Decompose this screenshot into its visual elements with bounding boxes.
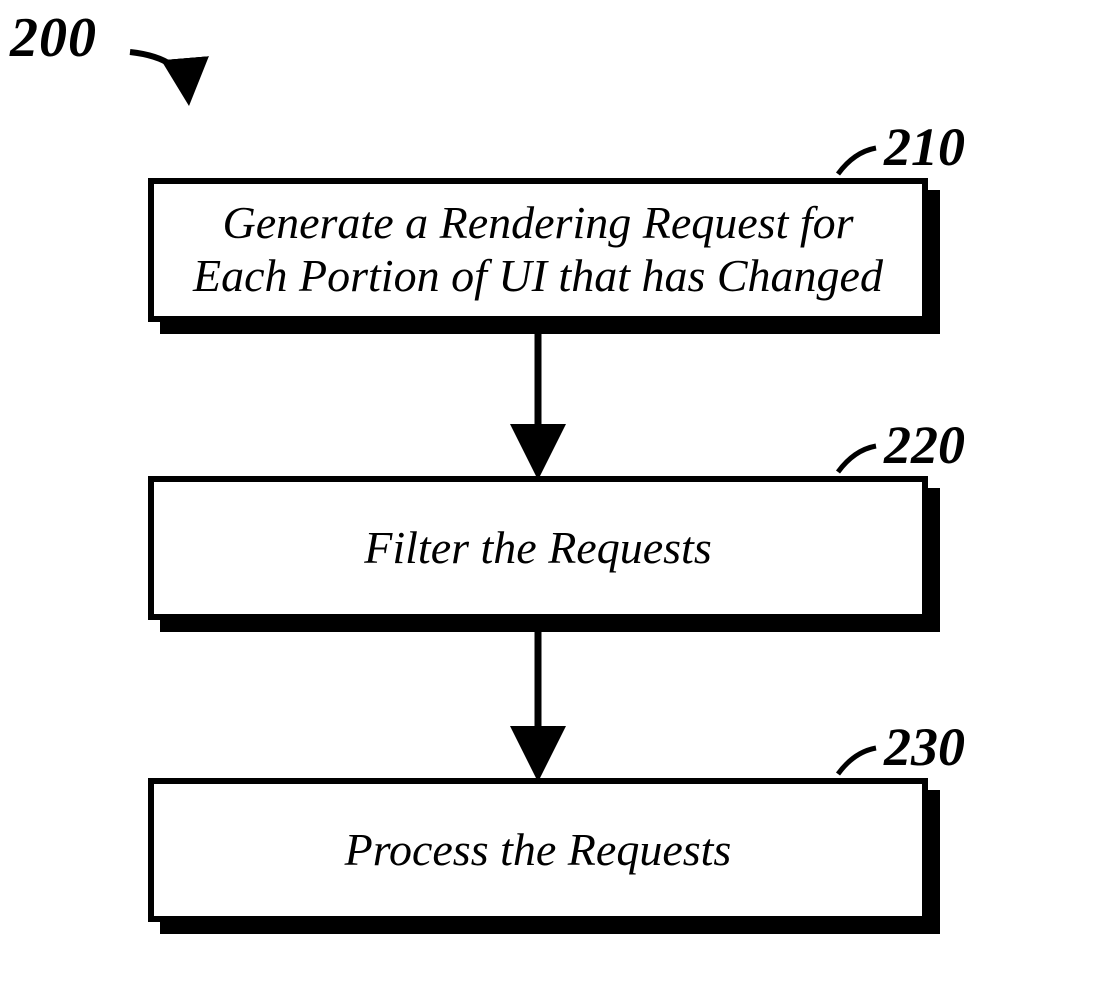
step-box-2: Filter the Requests <box>148 476 928 620</box>
step-box-1-text: Generate a Rendering Request for Each Po… <box>174 197 902 303</box>
step-box-1: Generate a Rendering Request for Each Po… <box>148 178 928 322</box>
step-label-1: 210 <box>884 116 965 178</box>
step-label-2: 220 <box>884 414 965 476</box>
step-box-3-text: Process the Requests <box>345 824 732 877</box>
step-label-3: 230 <box>884 716 965 778</box>
diagram-canvas: { "figure": { "label": "200" }, "steps":… <box>0 0 1099 1006</box>
step-box-3: Process the Requests <box>148 778 928 922</box>
figure-reference-label: 200 <box>10 6 97 70</box>
step-box-2-text: Filter the Requests <box>364 522 711 575</box>
